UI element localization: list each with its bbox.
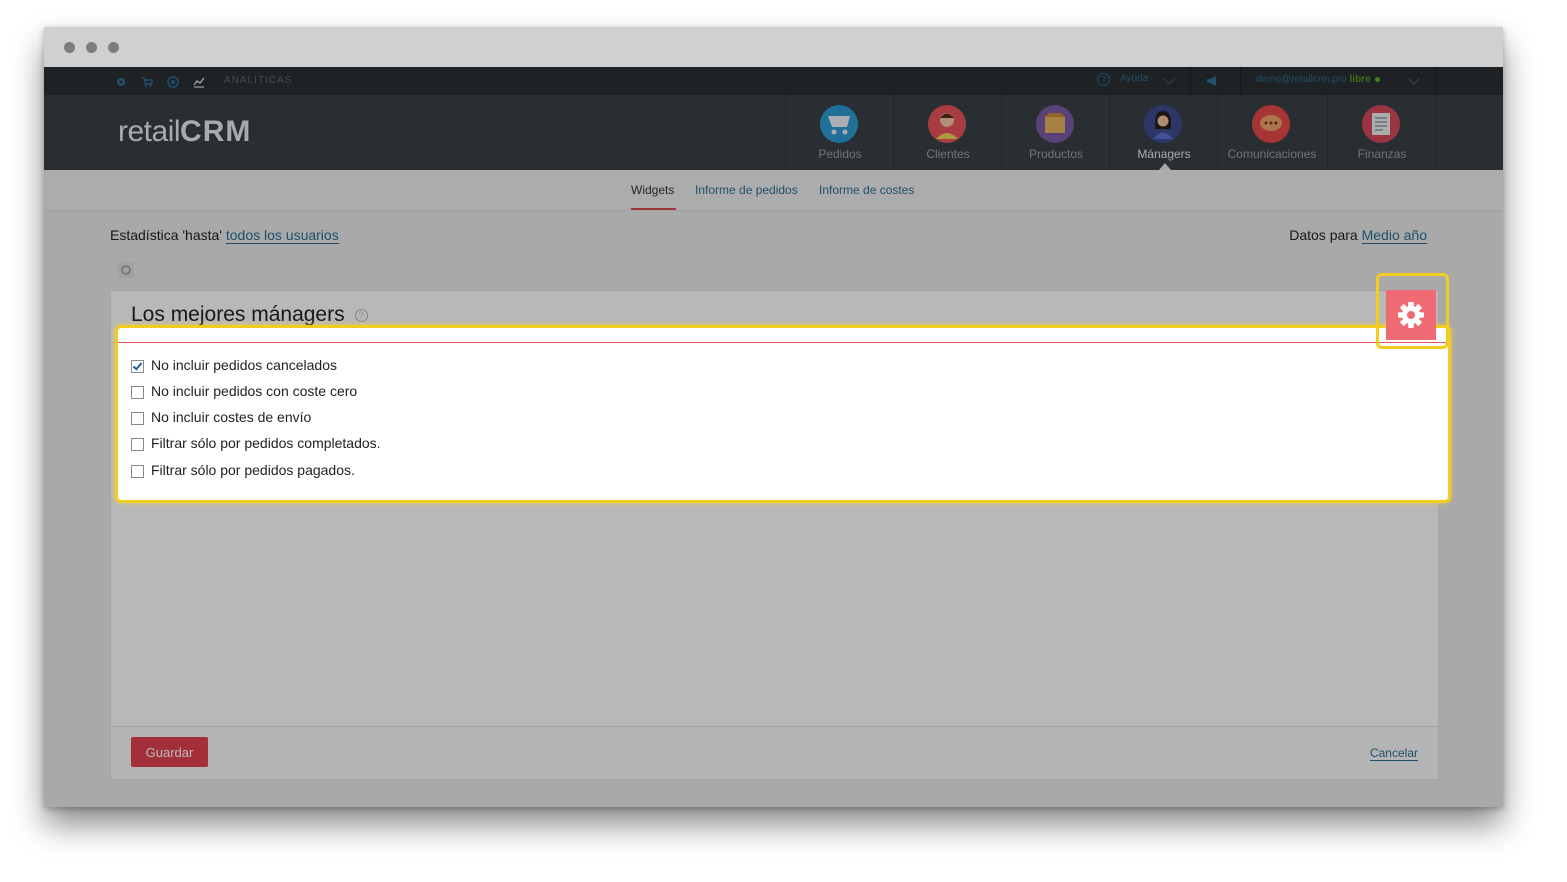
tab-orders-report[interactable]: Informe de pedidos [695, 183, 798, 197]
window-maximize-dot[interactable] [108, 42, 119, 53]
plan-badge: libre [1349, 74, 1371, 85]
checkbox[interactable] [131, 412, 144, 425]
option-label: No incluir pedidos cancelados [151, 357, 337, 373]
active-caret [1159, 163, 1171, 170]
checkbox[interactable] [131, 386, 144, 399]
option-label: Filtrar sólo por pedidos pagados. [151, 462, 355, 478]
analytics-icon[interactable] [193, 76, 205, 88]
statistics-scope: Estadística 'hasta' todos los usuarios [110, 227, 339, 244]
period-prefix: Datos para [1289, 227, 1358, 243]
card-title: Los mejores mánagers? [131, 303, 368, 327]
logo-text-crm: CRM [180, 115, 252, 148]
settings-gear-highlight [1376, 273, 1449, 349]
sub-navigation: Widgets Informe de pedidos Informe de co… [44, 170, 1503, 211]
active-tab-underline [631, 208, 676, 210]
checkbox[interactable] [131, 360, 144, 373]
chevron-down-icon[interactable] [1408, 73, 1420, 85]
settings-icon[interactable] [115, 76, 127, 88]
checkbox[interactable] [131, 465, 144, 478]
cart-icon [820, 105, 858, 143]
cart-small-icon[interactable] [141, 76, 153, 88]
nav-item-productos[interactable]: Productos [1001, 95, 1110, 170]
chevron-down-icon[interactable] [1163, 73, 1175, 85]
nav-label: Pedidos [818, 147, 862, 161]
nav-label: Mánagers [1137, 147, 1191, 161]
box-icon [1036, 105, 1074, 143]
widget-settings-panel: No incluir pedidos cancelados No incluir… [115, 325, 1451, 503]
card-title-text: Los mejores mánagers [131, 303, 345, 326]
chat-icon [1252, 105, 1290, 143]
option-label: No incluir pedidos con coste cero [151, 383, 358, 399]
nav-item-managers[interactable]: Mánagers [1109, 95, 1218, 170]
support-icon[interactable] [167, 76, 179, 88]
divider [1190, 67, 1191, 95]
section-label: ANALÍTICAS [224, 75, 293, 86]
divider [1240, 67, 1241, 95]
app-logo[interactable]: retailCRM [118, 115, 251, 149]
window-minimize-dot[interactable] [86, 42, 97, 53]
nav-label: Comunicaciones [1227, 147, 1317, 161]
online-status-icon [1374, 76, 1380, 82]
nav-item-clientes[interactable]: Clientes [893, 95, 1002, 170]
divider [1436, 67, 1437, 95]
option-label: Filtrar sólo por pedidos completados. [151, 435, 381, 451]
cancel-link[interactable]: Cancelar [1369, 746, 1418, 761]
window-close-dot[interactable] [64, 42, 75, 53]
option-label: No incluir costes de envío [151, 409, 312, 425]
card-footer: Guardar Cancelar [111, 726, 1438, 779]
tab-costs-report[interactable]: Informe de costes [819, 183, 914, 197]
user-email: demo@retailcrm.pro [1256, 74, 1347, 85]
ledger-icon [1362, 105, 1400, 143]
statistics-prefix: Estadística 'hasta' [110, 227, 222, 243]
nav-label: Finanzas [1357, 147, 1407, 161]
save-button[interactable]: Guardar [131, 737, 208, 767]
megaphone-icon[interactable] [1206, 75, 1218, 87]
help-icon[interactable]: ? [354, 309, 368, 322]
logo-text-retail: retail [118, 115, 181, 148]
checkbox[interactable] [131, 438, 144, 451]
panel-divider [118, 342, 1448, 343]
help-link[interactable]: Ayuda [1120, 73, 1148, 84]
data-period: Datos para Medio año [1289, 227, 1427, 244]
tab-widgets[interactable]: Widgets [631, 183, 674, 197]
nav-label: Clientes [926, 147, 970, 161]
widget-settings-gear-icon[interactable] [118, 262, 134, 278]
nav-label: Productos [1028, 147, 1084, 161]
nav-item-finanzas[interactable]: Finanzas [1327, 95, 1437, 170]
help-icon[interactable]: ? [1097, 73, 1110, 86]
main-header: retailCRM Pedidos Clientes Productos Mán… [44, 95, 1503, 170]
gear-icon [1398, 302, 1424, 328]
nav-item-pedidos[interactable]: Pedidos [785, 95, 894, 170]
user-account[interactable]: demo@retailcrm.pro libre [1256, 74, 1380, 85]
top-bar: ANALÍTICAS ? Ayuda demo@retailcrm.pro li… [44, 67, 1503, 95]
period-filter-link[interactable]: Medio año [1361, 227, 1427, 244]
settings-button[interactable] [1386, 290, 1436, 340]
users-filter-link[interactable]: todos los usuarios [225, 227, 339, 244]
window-titlebar [44, 27, 1503, 67]
nav-item-comunicaciones[interactable]: Comunicaciones [1217, 95, 1326, 170]
customer-icon [928, 105, 966, 143]
manager-icon [1144, 105, 1182, 143]
